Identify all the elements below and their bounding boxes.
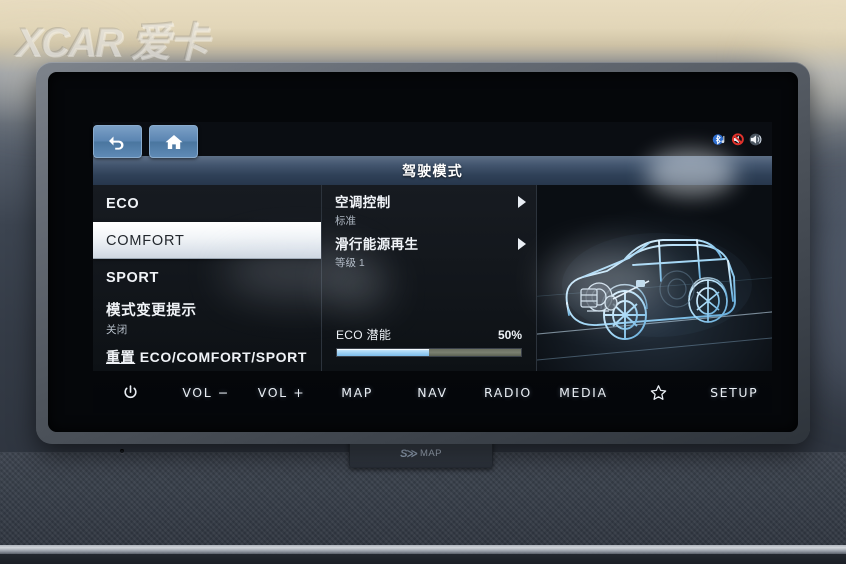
option-regen-text: 滑行能源再生 等级 1 bbox=[335, 233, 418, 270]
sd-map-label: MAP bbox=[420, 447, 442, 459]
eco-gauge-label: ECO 潜能 bbox=[336, 328, 392, 342]
option-coasting-regen[interactable]: 滑行能源再生 等级 1 bbox=[322, 227, 536, 269]
mute-icon bbox=[730, 132, 745, 147]
eco-gauge-track bbox=[336, 348, 522, 357]
eco-gauge-fill bbox=[337, 349, 429, 356]
screen-body: ECO COMFORT SPORT 模式变更提示 关闭 重置 ECO/COMFO… bbox=[93, 185, 772, 371]
watermark: XCAR 爱卡 bbox=[16, 10, 208, 68]
ev-powertrain-wireframe-car bbox=[537, 185, 772, 371]
radio-button[interactable]: RADIO bbox=[470, 385, 545, 400]
reset-label: 重置 ECO/COMFORT/SPORT bbox=[106, 347, 321, 367]
dashboard-chrome-trim bbox=[0, 545, 846, 554]
reset-drive-modes-row[interactable]: 重置 ECO/COMFORT/SPORT bbox=[93, 340, 321, 374]
volume-down-button[interactable]: VOL − bbox=[168, 385, 243, 400]
mode-change-alert-value: 关闭 bbox=[106, 324, 128, 336]
vehicle-illustration-panel bbox=[537, 185, 772, 371]
reset-targets: ECO/COMFORT/SPORT bbox=[139, 349, 308, 365]
photo-scene: S≫ MAP 驾驶模式 ECO COMFORT SPORT 模式变更提示 关闭 … bbox=[0, 0, 846, 564]
bluetooth-audio-icon bbox=[712, 132, 727, 147]
drive-mode-sport[interactable]: SPORT bbox=[93, 259, 321, 296]
drive-mode-list: ECO COMFORT SPORT 模式变更提示 关闭 重置 ECO/COMFO… bbox=[93, 185, 321, 371]
microphone-pinhole bbox=[120, 449, 124, 453]
drive-mode-comfort[interactable]: COMFORT bbox=[93, 222, 321, 259]
option-regen-value: 等级 1 bbox=[335, 257, 365, 269]
eco-potential-gauge: ECO 潜能 50% bbox=[322, 326, 536, 371]
option-climate-title: 空调控制 bbox=[335, 195, 391, 210]
back-arrow-icon bbox=[107, 133, 128, 150]
option-climate-text: 空调控制 标准 bbox=[335, 191, 391, 228]
sd-logo: S≫ bbox=[400, 447, 418, 460]
media-button[interactable]: MEDIA bbox=[546, 385, 621, 400]
volume-up-button[interactable]: VOL + bbox=[244, 385, 319, 400]
display-bezel: 驾驶模式 ECO COMFORT SPORT 模式变更提示 关闭 重置 ECO/… bbox=[36, 62, 810, 444]
star-icon bbox=[650, 384, 667, 401]
map-button[interactable]: MAP bbox=[319, 385, 394, 400]
mode-change-alert-label: 模式变更提示 bbox=[106, 303, 197, 319]
home-icon bbox=[164, 133, 184, 151]
option-climate-value: 标准 bbox=[335, 215, 356, 227]
home-button[interactable] bbox=[149, 125, 198, 158]
status-icon-tray bbox=[712, 132, 763, 147]
setup-button[interactable]: SETUP bbox=[697, 385, 772, 400]
chevron-right-icon bbox=[518, 238, 526, 250]
eco-gauge-value: 50% bbox=[497, 328, 522, 342]
option-climate-control[interactable]: 空调控制 标准 bbox=[322, 185, 536, 227]
page-title: 驾驶模式 bbox=[402, 162, 463, 179]
drive-mode-options: 空调控制 标准 滑行能源再生 等级 1 ECO 潜能 50% bbox=[321, 185, 537, 371]
eco-gauge-labels: ECO 潜能 50% bbox=[336, 326, 522, 343]
nav-button-row bbox=[93, 125, 198, 158]
drive-mode-sport-label: SPORT bbox=[106, 269, 159, 286]
nav-button[interactable]: NAV bbox=[395, 385, 470, 400]
dashboard-lower-edge bbox=[0, 554, 846, 564]
watermark-text: XCAR 爱卡 bbox=[16, 21, 208, 65]
display-glass: 驾驶模式 ECO COMFORT SPORT 模式变更提示 关闭 重置 ECO/… bbox=[48, 72, 798, 432]
drive-mode-eco-label: ECO bbox=[106, 195, 140, 212]
back-button[interactable] bbox=[93, 125, 142, 158]
drive-mode-comfort-label: COMFORT bbox=[106, 232, 185, 249]
screen-title-bar: 驾驶模式 bbox=[93, 156, 772, 185]
power-icon bbox=[122, 384, 139, 401]
chevron-right-icon bbox=[518, 196, 526, 208]
reset-prefix: 重置 bbox=[106, 349, 136, 365]
power-button[interactable] bbox=[93, 384, 168, 401]
hard-key-bar: VOL − VOL + MAP NAV RADIO MEDIA SETUP bbox=[93, 371, 772, 413]
drive-mode-eco[interactable]: ECO bbox=[93, 185, 321, 222]
favorite-button[interactable] bbox=[621, 384, 696, 401]
infotainment-screen: 驾驶模式 ECO COMFORT SPORT 模式变更提示 关闭 重置 ECO/… bbox=[93, 122, 772, 413]
mode-change-alert-row[interactable]: 模式变更提示 关闭 bbox=[93, 296, 321, 340]
option-regen-title: 滑行能源再生 bbox=[335, 237, 419, 252]
sound-icon bbox=[748, 132, 763, 147]
